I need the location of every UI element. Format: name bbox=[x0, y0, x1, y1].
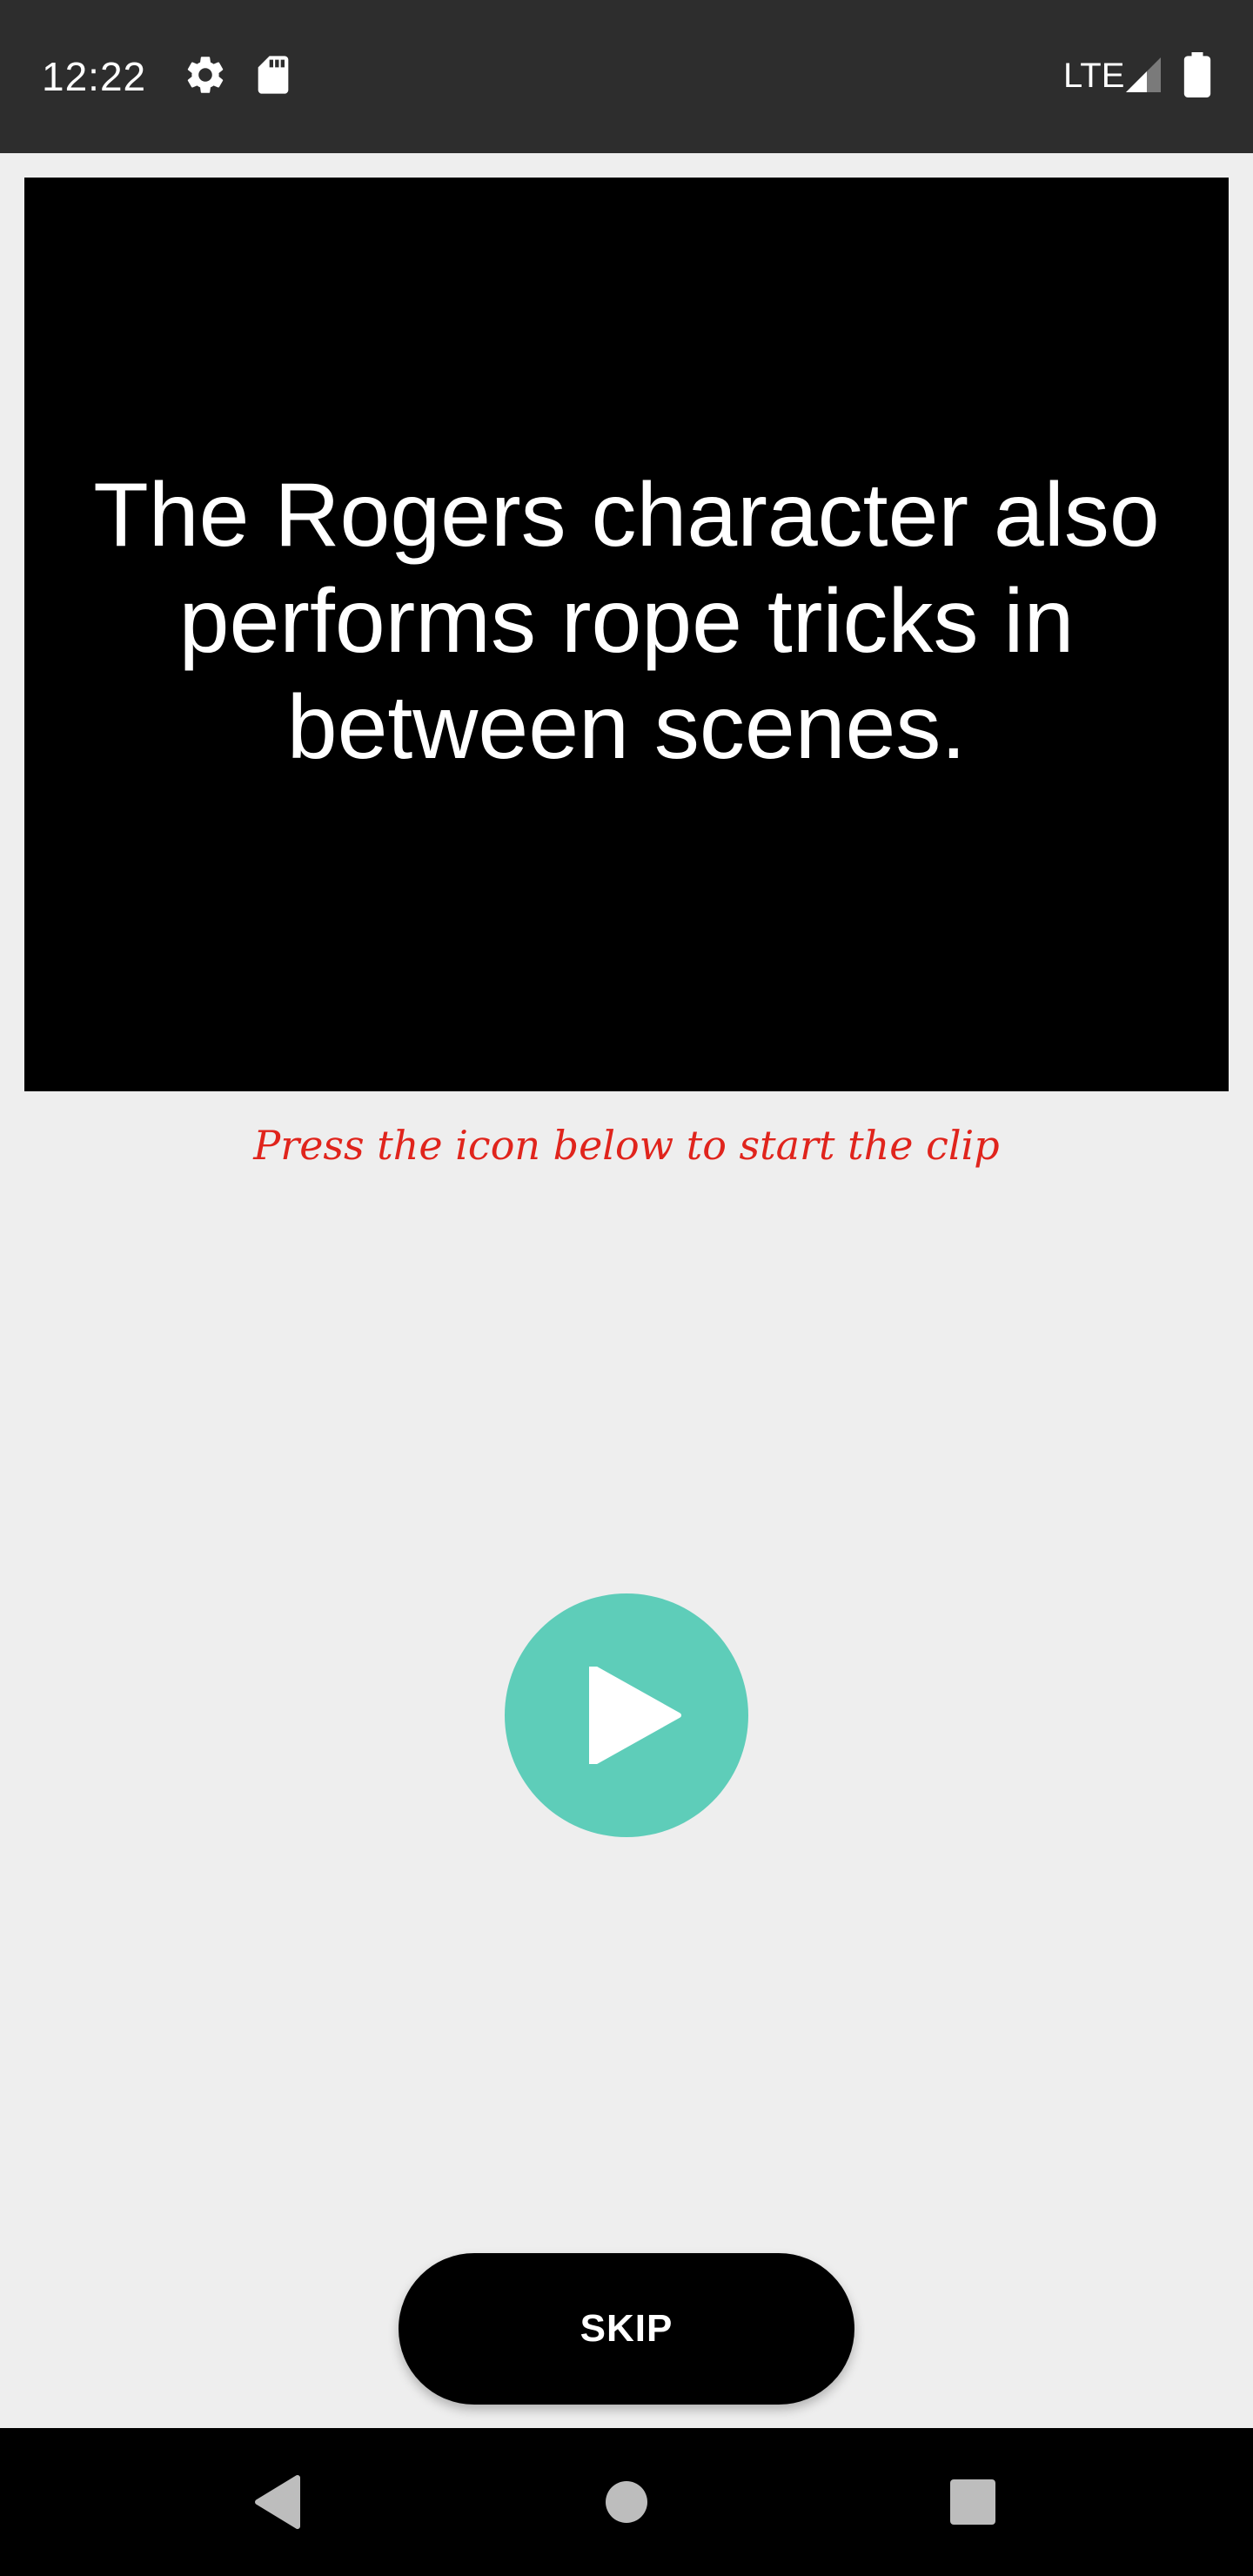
play-button[interactable] bbox=[505, 1593, 748, 1837]
network-label: LTE bbox=[1063, 57, 1125, 95]
battery-icon bbox=[1182, 52, 1213, 97]
skip-button[interactable]: SKIP bbox=[399, 2253, 854, 2405]
status-time: 12:22 bbox=[42, 54, 147, 99]
back-icon[interactable] bbox=[235, 2459, 322, 2546]
play-icon bbox=[589, 1667, 681, 1764]
clip-screen: The Rogers character also performs rope … bbox=[0, 153, 1253, 2428]
navigation-bar bbox=[0, 2428, 1253, 2576]
recents-icon[interactable] bbox=[929, 2459, 1016, 2546]
status-bar: 12:22 LTE bbox=[0, 0, 1253, 153]
signal-icon bbox=[1122, 54, 1164, 96]
clip-card: The Rogers character also performs rope … bbox=[24, 178, 1229, 1091]
sd-card-icon bbox=[251, 52, 296, 97]
settings-icon bbox=[183, 52, 228, 97]
hint-text: Press the icon below to start the clip bbox=[253, 1122, 1000, 1169]
clip-text: The Rogers character also performs rope … bbox=[93, 465, 1160, 778]
home-icon[interactable] bbox=[583, 2459, 670, 2546]
